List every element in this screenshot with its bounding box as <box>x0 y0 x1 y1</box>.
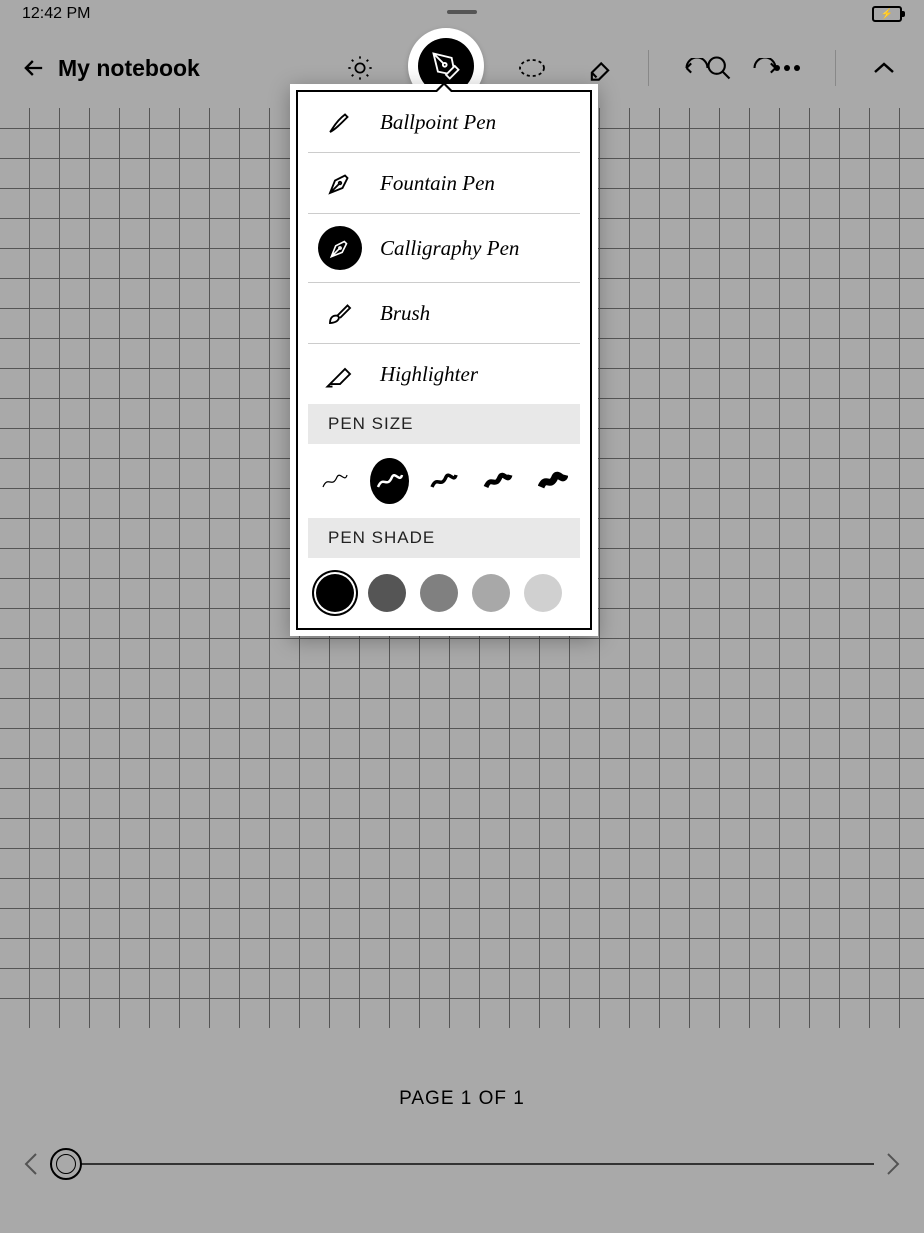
pen-size-5[interactable] <box>534 458 572 504</box>
page-footer: PAGE 1 OF 1 <box>0 1033 924 1233</box>
pen-option-brush[interactable]: Brush <box>308 283 580 344</box>
page-thumb[interactable] <box>50 1148 82 1180</box>
pen-option-ballpoint[interactable]: Ballpoint Pen <box>308 92 580 153</box>
pen-option-fountain[interactable]: Fountain Pen <box>308 153 580 214</box>
pen-shade-5[interactable] <box>524 574 562 612</box>
brightness-button[interactable] <box>340 48 380 88</box>
prev-page-button[interactable] <box>22 1150 40 1178</box>
pen-size-4[interactable] <box>479 458 517 504</box>
search-icon <box>705 54 733 82</box>
highlighter-icon <box>325 359 355 389</box>
pen-shade-3[interactable] <box>420 574 458 612</box>
collapse-button[interactable] <box>864 48 904 88</box>
next-page-button[interactable] <box>884 1150 902 1178</box>
more-button[interactable] <box>767 48 807 88</box>
chevron-up-icon <box>872 61 896 75</box>
pen-label: Ballpoint Pen <box>380 110 496 135</box>
pen-shade-heading: PEN SHADE <box>308 518 580 558</box>
pen-label: Brush <box>380 301 430 326</box>
pen-shade-1[interactable] <box>316 574 354 612</box>
fountain-pen-icon <box>325 168 355 198</box>
ballpoint-pen-icon <box>325 107 355 137</box>
stroke-sample-icon <box>483 469 513 493</box>
eraser-icon <box>586 54 614 82</box>
notebook-title: My notebook <box>58 55 200 82</box>
page-indicator: PAGE 1 OF 1 <box>399 1088 525 1110</box>
toolbar-divider <box>648 50 649 86</box>
back-button[interactable]: My notebook <box>20 54 200 82</box>
pen-size-row <box>298 444 590 518</box>
pen-size-1[interactable] <box>316 458 354 504</box>
lasso-icon <box>518 58 546 78</box>
status-bar: 12:42 PM ⚡ <box>0 0 924 28</box>
pen-nib-icon <box>431 51 461 81</box>
stroke-sample-icon <box>320 469 350 493</box>
eraser-tool-button[interactable] <box>580 48 620 88</box>
pen-size-2[interactable] <box>370 458 408 504</box>
select-tool-button[interactable] <box>512 48 552 88</box>
page-track[interactable] <box>50 1163 874 1165</box>
pen-option-highlighter[interactable]: Highlighter <box>308 344 580 404</box>
stroke-sample-icon <box>375 469 405 493</box>
battery-charging-icon: ⚡ <box>872 6 902 22</box>
pen-size-3[interactable] <box>425 458 463 504</box>
pen-option-calligraphy[interactable]: Calligraphy Pen <box>308 214 580 283</box>
pen-size-heading: PEN SIZE <box>308 404 580 444</box>
calligraphy-pen-icon <box>327 235 353 261</box>
clock-time: 12:42 PM <box>22 5 90 23</box>
drag-handle-icon[interactable] <box>447 10 477 14</box>
sun-icon <box>346 54 374 82</box>
pen-shade-4[interactable] <box>472 574 510 612</box>
toolbar-divider <box>835 50 836 86</box>
stroke-sample-icon <box>538 469 568 493</box>
stroke-sample-icon <box>429 469 459 493</box>
brush-icon <box>325 298 355 328</box>
page-slider <box>22 1150 902 1178</box>
pen-label: Highlighter <box>380 362 478 387</box>
pen-shade-row <box>298 558 590 628</box>
pen-label: Calligraphy Pen <box>380 236 519 261</box>
pen-settings-popup: Ballpoint Pen Fountain Pen Calligraphy P… <box>290 84 598 636</box>
pen-label: Fountain Pen <box>380 171 495 196</box>
arrow-left-icon <box>20 54 48 82</box>
search-button[interactable] <box>699 48 739 88</box>
more-horizontal-icon <box>773 64 801 72</box>
pen-shade-2[interactable] <box>368 574 406 612</box>
